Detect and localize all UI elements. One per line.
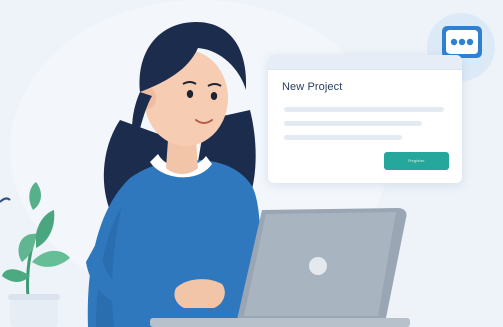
new-project-card: New Project Register <box>268 55 462 183</box>
register-button[interactable]: Register <box>384 152 449 170</box>
placeholder-line <box>284 121 422 126</box>
placeholder-line <box>284 135 402 140</box>
card-title-bar <box>268 55 462 70</box>
card-title: New Project <box>282 81 343 93</box>
placeholder-line <box>284 107 444 112</box>
